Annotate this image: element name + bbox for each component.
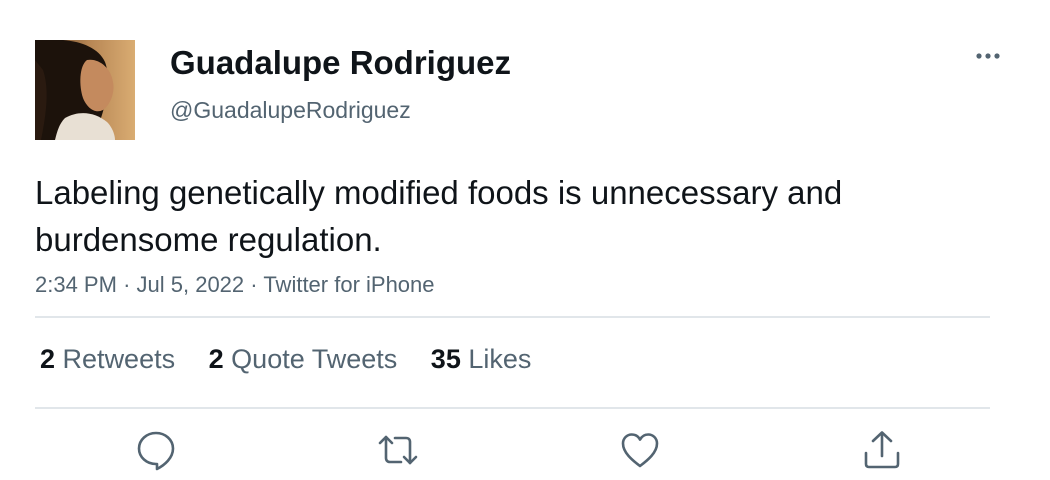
tweet-time[interactable]: 2:34 PM [35, 272, 117, 297]
retweet-arrows-icon[interactable] [376, 428, 420, 472]
tweet-card: Guadalupe Rodriguez @GuadalupeRodriguez … [0, 0, 1050, 480]
avatar-photo [35, 40, 135, 140]
quote-tweets-stat[interactable]: 2 Quote Tweets [209, 339, 398, 379]
reply-bubble-icon[interactable] [134, 428, 178, 472]
tweet-metadata: 2:34 PM · Jul 5, 2022 · Twitter for iPho… [35, 270, 435, 300]
retweets-count: 2 [40, 344, 56, 374]
heart-icon[interactable] [618, 428, 662, 472]
quote-tweets-label: Quote Tweets [231, 344, 398, 374]
meta-separator: · [123, 272, 131, 297]
divider-top [35, 316, 990, 318]
engagement-stats: 2 Retweets 2 Quote Tweets 35 Likes [40, 339, 557, 379]
likes-label: Likes [468, 344, 532, 374]
quote-tweets-count: 2 [208, 344, 224, 374]
meta-separator: · [250, 272, 258, 297]
more-horizontal-icon[interactable] [968, 40, 1008, 72]
tweet-text: Labeling genetically modified foods is u… [35, 174, 843, 258]
retweets-label: Retweets [62, 344, 176, 374]
likes-stat[interactable]: 35 Likes [431, 339, 532, 379]
tweet-date[interactable]: Jul 5, 2022 [137, 272, 245, 297]
likes-count: 35 [430, 344, 461, 374]
share-upload-icon[interactable] [860, 428, 904, 472]
retweets-stat[interactable]: 2 Retweets [40, 339, 175, 379]
tweet-source[interactable]: Twitter for iPhone [263, 272, 434, 297]
avatar[interactable] [35, 40, 135, 140]
display-name[interactable]: Guadalupe Rodriguez [170, 42, 511, 84]
divider-bottom [35, 407, 990, 409]
user-handle[interactable]: @GuadalupeRodriguez [170, 95, 411, 125]
